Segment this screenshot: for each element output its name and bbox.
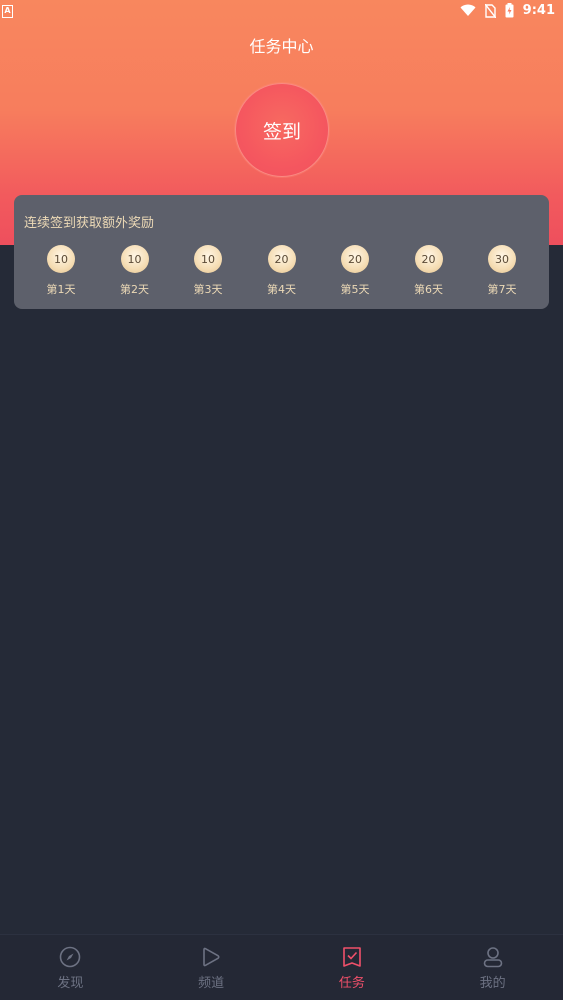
- coin-badge: 10: [194, 245, 222, 273]
- reward-day: 20 第6天: [399, 245, 459, 297]
- tab-channel[interactable]: 频道: [141, 935, 282, 1000]
- coin-badge: 30: [488, 245, 516, 273]
- tab-task[interactable]: 任务: [282, 935, 423, 1000]
- tab-discover[interactable]: 发现: [0, 935, 141, 1000]
- status-bar: A 9:41: [0, 0, 563, 24]
- battery-icon: [505, 3, 514, 18]
- reward-card: 连续签到获取额外奖励 10 第1天 10 第2天 10 第3天 20 第4天 2…: [14, 195, 549, 309]
- page-title: 任务中心: [249, 37, 314, 56]
- reward-day: 10 第2天: [105, 245, 165, 297]
- checkin-label: 签到: [262, 120, 301, 143]
- day-label: 第1天: [46, 283, 76, 296]
- task-center-screen: A 9:41 任务中心 签到 连续签到获取额外奖励 10 第1天 10 第2天 …: [0, 0, 563, 1000]
- reward-day: 20 第5天: [325, 245, 385, 297]
- task-check-icon: [343, 947, 361, 967]
- tab-label: 频道: [198, 976, 225, 991]
- tab-label: 发现: [57, 976, 84, 991]
- reward-day: 30 第7天: [472, 245, 532, 297]
- day-label: 第6天: [414, 283, 443, 296]
- reward-day: 10 第1天: [31, 245, 91, 297]
- checkin-button[interactable]: 签到: [235, 83, 329, 177]
- day-label: 第3天: [193, 283, 223, 296]
- tab-mine[interactable]: 我的: [422, 935, 563, 1000]
- user-icon: [483, 947, 502, 968]
- tab-label: 我的: [479, 976, 506, 991]
- bottom-tab-bar: 发现 频道 任务 我的: [0, 934, 563, 1000]
- reward-day: 10 第3天: [178, 245, 238, 297]
- coin-badge: 20: [341, 245, 369, 273]
- status-time: 9:41: [522, 3, 555, 18]
- coin-badge: 10: [120, 245, 149, 273]
- day-label: 第4天: [267, 283, 296, 296]
- reward-title: 连续签到获取额外奖励: [24, 216, 155, 231]
- no-sim-icon: [484, 3, 496, 18]
- day-label: 第2天: [120, 283, 149, 296]
- status-right: 9:41: [460, 3, 555, 18]
- coin-badge: 20: [414, 245, 443, 273]
- wifi-icon: [460, 4, 476, 16]
- reward-day: 20 第4天: [252, 245, 312, 297]
- notification-a-icon: A: [2, 5, 13, 18]
- tab-label: 任务: [338, 976, 365, 991]
- coin-badge: 20: [267, 245, 296, 273]
- compass-icon: [60, 946, 81, 968]
- reward-days: 10 第1天 10 第2天 10 第3天 20 第4天 20 第5天 20 第6…: [14, 245, 549, 297]
- coin-badge: 10: [47, 245, 75, 273]
- day-label: 第7天: [487, 283, 517, 296]
- play-icon: [203, 947, 220, 967]
- day-label: 第5天: [340, 283, 370, 296]
